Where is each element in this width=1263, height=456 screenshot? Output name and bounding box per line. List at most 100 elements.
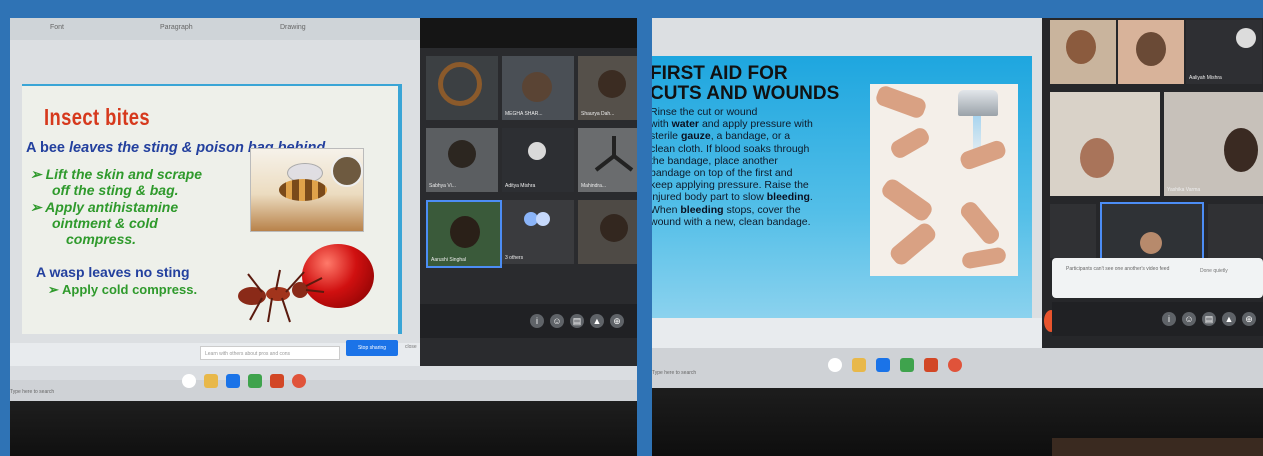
info-icon[interactable]: i: [530, 314, 544, 328]
participant-name: Aaliyah Mishra: [1189, 75, 1222, 81]
notification-toast[interactable]: Participants can't see one another's vid…: [1052, 258, 1263, 298]
lock-icon[interactable]: ⊕: [1242, 312, 1256, 326]
chat-icon[interactable]: ▤: [1202, 312, 1216, 326]
avatar: [1236, 28, 1256, 48]
participant-video: [522, 72, 552, 102]
mail-icon[interactable]: [876, 358, 890, 372]
participant-tile[interactable]: [1050, 20, 1116, 84]
participant-tile[interactable]: Aaliyah Mishra: [1186, 20, 1262, 84]
participant-video: [600, 214, 628, 242]
sting-closeup: [331, 155, 363, 187]
hand: [887, 220, 939, 268]
fan-image: [594, 136, 634, 172]
chrome-icon[interactable]: [900, 358, 914, 372]
slide-title: FIRST AID FOR CUTS AND WOUNDS: [652, 64, 839, 104]
avatar: [536, 212, 550, 226]
search-icon[interactable]: [828, 358, 842, 372]
participant-video: [448, 140, 476, 168]
body-text: and apply pressure with: [699, 118, 813, 131]
activities-icon[interactable]: ▲: [590, 314, 604, 328]
participant-tile-speaking[interactable]: Aarushi Singhal: [426, 200, 502, 268]
participant-tile[interactable]: [426, 56, 498, 120]
ship-wheel-avatar: [438, 62, 482, 106]
stop-sharing-button[interactable]: Stop sharing: [346, 340, 398, 356]
participant-tile[interactable]: [1050, 204, 1096, 258]
notification-action[interactable]: Done quietly: [1200, 268, 1228, 274]
record-icon[interactable]: [948, 358, 962, 372]
bullet-antihistamine-cont2: compress.: [66, 231, 137, 247]
body-bold: water: [671, 118, 700, 131]
hand: [879, 176, 935, 224]
powerpoint-icon[interactable]: [924, 358, 938, 372]
chat-icon[interactable]: ▤: [570, 314, 584, 328]
participant-tile[interactable]: [1050, 92, 1160, 196]
participant-name: Aditya Mishra: [505, 183, 536, 189]
taskbar-search[interactable]: Type here to search: [652, 370, 696, 376]
participant-tile-speaking[interactable]: [1100, 202, 1204, 260]
body-text: the bandage, place another: [652, 154, 778, 167]
record-icon[interactable]: [292, 374, 306, 388]
body-bold: gauze: [680, 130, 711, 143]
participant-video: [1140, 232, 1162, 254]
ribbon-tab-paragraph[interactable]: Paragraph: [160, 24, 193, 31]
info-icon[interactable]: i: [1162, 312, 1176, 326]
search-icon[interactable]: [182, 374, 196, 388]
body-text: injured body part to slow: [652, 191, 767, 204]
right-photo: FIRST AID FOR CUTS AND WOUNDS Rinse the …: [652, 18, 1263, 456]
powerpoint-icon[interactable]: [270, 374, 284, 388]
file-explorer-icon[interactable]: [204, 374, 218, 388]
body-text: with: [652, 118, 672, 131]
body-text: stops, cover the: [723, 203, 801, 216]
people-icon[interactable]: ☺: [550, 314, 564, 328]
wasp-heading: A wasp leaves no sting: [36, 264, 190, 280]
lock-icon[interactable]: ⊕: [610, 314, 624, 328]
participant-name: Sabhya Vi...: [429, 183, 456, 189]
bee-body: [279, 179, 327, 201]
participant-tile[interactable]: [1208, 204, 1263, 258]
file-explorer-icon[interactable]: [852, 358, 866, 372]
participant-tile[interactable]: Mahindra...: [578, 128, 637, 192]
bullet-lift-skin-cont: off the sting & bag.: [52, 182, 179, 198]
participant-tile[interactable]: [1118, 20, 1184, 84]
participant-name: Yashika Varma: [1167, 187, 1201, 193]
bullet-lift-skin: ➢ Lift the skin and scrape: [30, 166, 202, 182]
body-bold: bleeding: [766, 191, 810, 204]
hand: [958, 138, 1008, 172]
people-icon[interactable]: ☺: [1182, 312, 1196, 326]
faucet: [958, 90, 998, 116]
activities-icon[interactable]: ▲: [1222, 312, 1236, 326]
participant-video: [450, 216, 480, 248]
participant-name: Aarushi Singhal: [431, 257, 467, 263]
slide-status-bar: [652, 318, 1042, 348]
bullet-antihistamine: ➢ Apply antihistamine: [30, 199, 179, 215]
participant-name: 3 others: [505, 255, 524, 261]
participant-video: [1066, 30, 1096, 64]
ribbon-bar: Font Paragraph Drawing: [10, 18, 420, 41]
left-photo: Font Paragraph Drawing Insect bites A be…: [10, 18, 637, 456]
body-text: When: [652, 203, 681, 216]
meet-controls: i ☺ ▤ ▲ ⊕: [420, 304, 637, 338]
taskbar-search[interactable]: Type here to search: [10, 389, 54, 395]
participant-name: Mahindra...: [581, 183, 607, 189]
participant-tile[interactable]: [578, 200, 637, 264]
participant-tile[interactable]: Sabhya Vi...: [426, 128, 498, 192]
body-text: Rinse the cut or wound: [652, 106, 758, 118]
participant-video: [598, 70, 626, 98]
ribbon-tab-drawing[interactable]: Drawing: [280, 24, 306, 31]
slide-status-strip: [10, 366, 637, 380]
body-text: wound with a new, clean bandage.: [652, 215, 811, 228]
body-text: , a bandage, or a: [710, 130, 791, 143]
participant-tile[interactable]: Shaurya Dah...: [578, 56, 637, 120]
status-close-button[interactable]: close: [405, 344, 417, 350]
participant-tile[interactable]: 3 others: [502, 200, 574, 264]
participant-video: [1080, 138, 1114, 178]
participant-video: [1224, 128, 1258, 172]
first-aid-hands-image: [870, 84, 1018, 276]
mail-icon[interactable]: [226, 374, 240, 388]
ribbon-tab-font[interactable]: Font: [50, 24, 64, 31]
slide-first-aid: FIRST AID FOR CUTS AND WOUNDS Rinse the …: [652, 56, 1032, 318]
participant-tile[interactable]: Aditya Mishra: [502, 128, 574, 192]
participant-tile[interactable]: MEGHA SHAR...: [502, 56, 574, 120]
chrome-icon[interactable]: [248, 374, 262, 388]
participant-tile[interactable]: Yashika Varma: [1164, 92, 1263, 196]
